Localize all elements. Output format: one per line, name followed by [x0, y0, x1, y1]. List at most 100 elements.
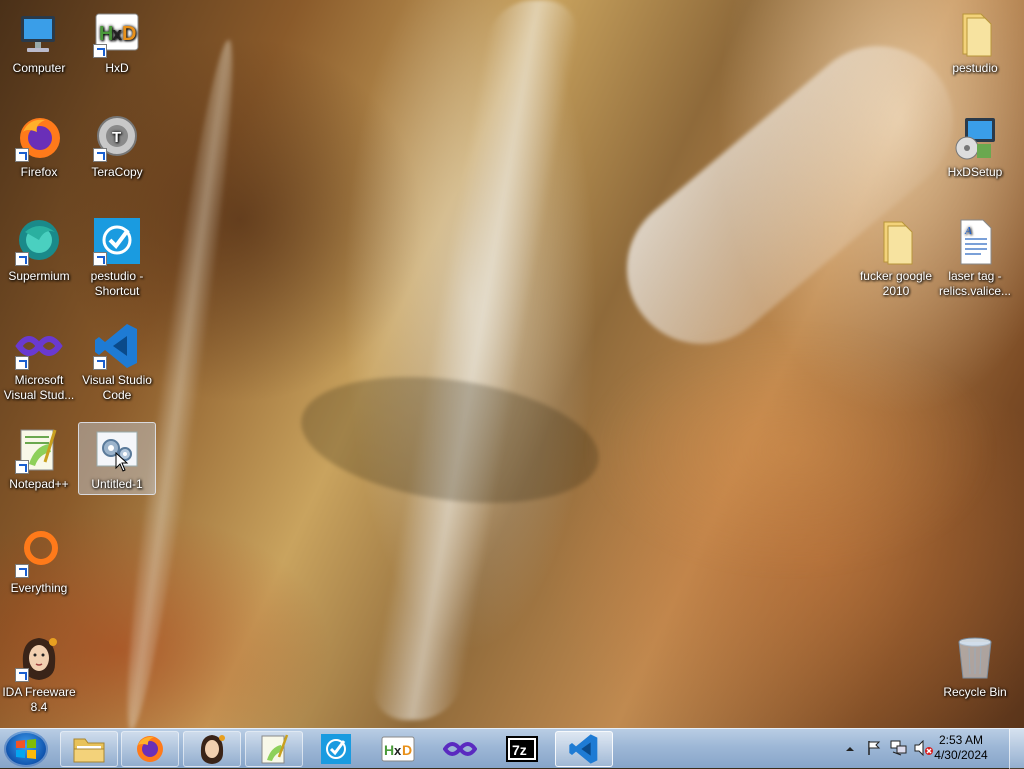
clock-date: 4/30/2024 — [934, 748, 988, 762]
svg-text:D: D — [402, 742, 412, 758]
desktop-icon-hxdsetup[interactable]: HxDSetup — [937, 114, 1013, 180]
chevron-up-icon — [846, 747, 854, 751]
pestudio-icon — [321, 734, 351, 764]
firefox-icon — [137, 736, 163, 762]
teracopy-icon: T — [93, 114, 141, 162]
recycle-bin-icon — [951, 634, 999, 682]
taskbar-visual-studio[interactable] — [431, 731, 489, 767]
flag-icon — [868, 741, 881, 755]
folder-icon — [872, 218, 920, 266]
taskbar-explorer[interactable] — [60, 731, 118, 767]
tray-clock[interactable]: 2:53 AM 4/30/2024 — [926, 733, 996, 763]
supermium-icon — [15, 218, 63, 266]
svg-text:A: A — [964, 225, 972, 237]
svg-text:7z: 7z — [512, 742, 527, 758]
taskbar-pestudio[interactable] — [307, 731, 365, 767]
ida-icon — [200, 735, 225, 764]
svg-text:H: H — [384, 742, 394, 758]
shortcut-arrow-icon — [93, 356, 107, 370]
svg-text:T: T — [112, 129, 121, 146]
desktop-icon-ida[interactable]: IDA Freeware 8.4 — [1, 634, 77, 715]
shortcut-arrow-icon — [15, 252, 29, 266]
desktop-icon-label: Computer — [12, 61, 66, 75]
shortcut-arrow-icon — [15, 148, 29, 162]
mouse-cursor-icon — [115, 452, 129, 472]
installer-icon — [951, 114, 999, 162]
shortcut-arrow-icon — [93, 252, 107, 266]
network-icon — [890, 740, 907, 756]
desktop-icon-label: Microsoft Visual Stud... — [3, 373, 75, 402]
folder-icon — [951, 10, 999, 58]
desktop-icon-label: pestudio — [952, 61, 998, 75]
vscode-icon — [93, 322, 141, 370]
shortcut-arrow-icon — [93, 44, 107, 58]
tray-network[interactable] — [890, 740, 908, 756]
desktop-icon-supermium[interactable]: Supermium — [1, 218, 77, 284]
shortcut-arrow-icon — [15, 668, 29, 682]
everything-icon — [15, 530, 63, 578]
taskbar-ida[interactable] — [183, 731, 241, 767]
tray-action-center[interactable] — [866, 740, 882, 756]
desktop-icon-label: HxDSetup — [947, 165, 1003, 179]
document-icon: A — [951, 218, 999, 266]
shortcut-arrow-icon — [15, 460, 29, 474]
folder-icon — [73, 738, 105, 763]
taskbar-notepadpp[interactable] — [245, 731, 303, 767]
svg-text:D: D — [122, 23, 136, 45]
tray-overflow-button[interactable] — [845, 742, 855, 754]
desktop-icon-visual-studio[interactable]: Microsoft Visual Stud... — [1, 322, 77, 403]
desktop-icon-firefox[interactable]: Firefox — [1, 114, 77, 180]
desktop-icon-everything[interactable]: Everything — [1, 530, 77, 596]
desktop-icon-label: IDA Freeware 8.4 — [2, 685, 76, 714]
settings-file-icon — [93, 426, 141, 474]
hxd-icon: H x D — [381, 736, 415, 762]
computer-icon — [15, 10, 63, 58]
desktop-icon-label: laser tag - relics.valice... — [938, 269, 1012, 298]
desktop-icon-teracopy[interactable]: T TeraCopy — [79, 114, 155, 180]
desktop-icon-fucker-google-folder[interactable]: fucker google 2010 — [858, 218, 934, 299]
desktop-icon-label: Notepad++ — [9, 477, 69, 491]
visual-studio-icon — [15, 322, 63, 370]
desktop-icon-vscode[interactable]: Visual Studio Code — [79, 322, 155, 403]
desktop-icon-label: fucker google 2010 — [859, 269, 933, 298]
taskbar-firefox[interactable] — [121, 731, 179, 767]
desktop-icon-recycle-bin[interactable]: Recycle Bin — [937, 634, 1013, 700]
taskbar-hxd[interactable]: H x D — [369, 731, 427, 767]
desktop-icon-label: Untitled-1 — [91, 477, 143, 491]
vscode-icon — [569, 734, 598, 764]
svg-text:x: x — [112, 24, 122, 44]
taskbar: H x D 7z 2:53 AM 4/30/2024 — [0, 728, 1024, 769]
svg-text:x: x — [394, 743, 402, 758]
windows-start-icon — [16, 739, 36, 759]
shortcut-arrow-icon — [93, 148, 107, 162]
desktop-icon-label: Supermium — [8, 269, 70, 283]
desktop-icon-notepadpp[interactable]: Notepad++ — [1, 426, 77, 492]
desktop-icon-label: TeraCopy — [91, 165, 143, 179]
7zip-icon: 7z — [506, 736, 538, 762]
desktop-icon-laser-tag-document[interactable]: A laser tag - relics.valice... — [937, 218, 1013, 299]
firefox-icon — [15, 114, 63, 162]
taskbar-7zip[interactable]: 7z — [493, 731, 551, 767]
desktop-icon-label: Visual Studio Code — [82, 373, 152, 402]
desktop-icon-pestudio-folder[interactable]: pestudio — [937, 10, 1013, 76]
show-desktop-button[interactable] — [1009, 729, 1024, 769]
desktop-icon-pestudio-shortcut[interactable]: pestudio - Shortcut — [79, 218, 155, 299]
hxd-icon: H x D — [93, 10, 141, 58]
desktop-icon-label: Everything — [10, 581, 68, 595]
desktop-icon-label: Recycle Bin — [943, 685, 1007, 699]
desktop-icon-label: HxD — [105, 61, 129, 75]
desktop-icon-label: Firefox — [20, 165, 58, 179]
ida-icon — [15, 634, 63, 682]
notepadpp-icon — [15, 426, 63, 474]
desktop-icon-untitled-1[interactable]: Untitled-1 — [78, 422, 156, 495]
desktop-icon-computer[interactable]: Computer — [1, 10, 77, 76]
desktop-icon-hxd[interactable]: H x D HxD — [79, 10, 155, 76]
taskbar-vscode[interactable] — [555, 731, 613, 767]
notepadpp-icon — [261, 734, 289, 764]
clock-time: 2:53 AM — [938, 733, 984, 747]
shortcut-arrow-icon — [15, 564, 29, 578]
desktop-icon-label: pestudio - Shortcut — [90, 269, 144, 298]
shortcut-arrow-icon — [15, 356, 29, 370]
start-button[interactable] — [4, 731, 48, 767]
visual-studio-icon — [443, 742, 477, 756]
